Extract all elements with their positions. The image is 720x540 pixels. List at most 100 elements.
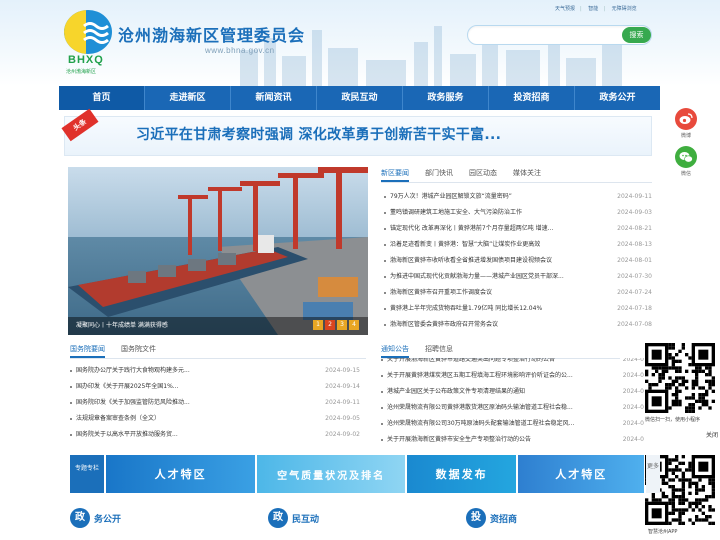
- list-item[interactable]: 港城产业园区关于公布政策文件专项清理结果的通知 2024-0: [381, 384, 644, 400]
- notice-title[interactable]: 关于开展渤海新区黄骅市道路交通突出问题专项整治行动的公告: [387, 358, 555, 368]
- banner-talent-zone[interactable]: 人才特区: [105, 455, 256, 493]
- qr-code-miniprogram: [645, 343, 715, 413]
- section-investment[interactable]: 投 资招商: [466, 507, 641, 529]
- wave-icon: [83, 22, 109, 44]
- weather-link[interactable]: 天气预报: [555, 6, 575, 12]
- news-title[interactable]: 锚定现代化 改革再深化丨黄骅港前7个月存量超两亿吨 增速...: [390, 221, 553, 237]
- banner-talent-zone-2[interactable]: 人才特区: [518, 455, 645, 493]
- news-date: 2024-08-21: [614, 221, 652, 237]
- list-item[interactable]: 关于开展渤海新区黄骅市道路交通突出问题专项整治行动的公告 2024-0: [381, 358, 644, 368]
- section-disclosure[interactable]: 政 务公开: [70, 507, 255, 529]
- list-item[interactable]: 法规规章备案审查条例（全文） 2024-09-05: [70, 411, 360, 427]
- banner-data-release[interactable]: 数据发布: [406, 455, 517, 493]
- news-title[interactable]: 沿着足迹看新变丨黄骅港：智慧“大脑”让煤炭作业更高效: [390, 237, 540, 253]
- list-item[interactable]: 渤海新区黄骅市收听收看全省推进增发国债项目建设视频会议 2024-08-01: [384, 253, 652, 269]
- tab-media-news[interactable]: 媒体关注: [513, 165, 541, 182]
- notice-title[interactable]: 关于开展渤海新区黄骅市安全生产专项整治行动的公告: [387, 432, 531, 444]
- news-title[interactable]: 法规规章备案审查条例（全文）: [76, 411, 160, 427]
- nav-about[interactable]: 走进新区: [145, 86, 231, 110]
- list-item[interactable]: 沧州荣晟物流有限公司30万吨原油码头配套输油管道工程社会稳定风... 2024-0: [381, 416, 644, 432]
- list-item[interactable]: 国务院关于以高水平开放推动服务贸... 2024-09-02: [70, 427, 360, 443]
- list-item[interactable]: 国务院办公厅关于践行大食物观构建多元... 2024-09-15: [70, 363, 360, 379]
- news-date: 2024-09-14: [322, 379, 360, 395]
- list-item[interactable]: 国务院印发《关于加强监管防范风险推动... 2024-09-11: [70, 395, 360, 411]
- news-title[interactable]: 79万人次！港城产业园区解锁文旅“流量密码”: [390, 189, 512, 205]
- tab-notices[interactable]: 通知公告: [381, 341, 409, 358]
- nav-disclosure[interactable]: 政务公开: [575, 86, 660, 110]
- pager-dot-2[interactable]: 2: [325, 320, 335, 330]
- wechat-button[interactable]: 微信: [672, 146, 700, 184]
- news-title[interactable]: 渤海新区黄骅市召开重项工作调度会议: [390, 285, 492, 301]
- news-title[interactable]: 黄骅港上半年完成货物吞吐量1.79亿吨 同比增长12.04%: [390, 301, 542, 317]
- list-item[interactable]: 锚定现代化 改革再深化丨黄骅港前7个月存量超两亿吨 增速... 2024-08-2…: [384, 221, 652, 237]
- pager-dot-1[interactable]: 1: [313, 320, 323, 330]
- news-title[interactable]: 渤海新区管委会黄骅市政府召开常务会议: [390, 317, 498, 333]
- list-item[interactable]: 关于开展黄骅港煤炭港区五期工程填海工程环境影响评价听证会的公... 2024-0: [381, 368, 644, 384]
- main-nav: 首页 走进新区 新闻资讯 政民互动 政务服务 投资招商 政务公开: [59, 86, 660, 110]
- weibo-button[interactable]: 微博: [672, 108, 700, 146]
- topic-label: 专题专栏: [70, 455, 104, 493]
- list-item[interactable]: 79万人次！港城产业园区解锁文旅“流量密码” 2024-09-11: [384, 189, 652, 205]
- news-date: 2024-07-24: [614, 285, 652, 301]
- notice-title[interactable]: 沧州荣晟物流有限公司黄骅港散货港区原油码头输油管道工程社会稳...: [387, 400, 573, 416]
- tab-state-council-news[interactable]: 国务院要闻: [70, 341, 105, 358]
- notice-list: 关于开展渤海新区黄骅市道路交通突出问题专项整治行动的公告 2024-0 关于开展黄…: [381, 358, 644, 444]
- notice-date: 2024-0: [619, 432, 644, 444]
- qr-close-button[interactable]: 关闭: [706, 430, 718, 439]
- nav-news[interactable]: 新闻资讯: [231, 86, 317, 110]
- list-item[interactable]: 沿着足迹看新变丨黄骅港：智慧“大脑”让煤炭作业更高效 2024-08-13: [384, 237, 652, 253]
- list-item[interactable]: 为推进中国式现代化贡献渤海力量——港城产业园区党员干部深... 2024-07-3…: [384, 269, 652, 285]
- news-title[interactable]: 渤海新区黄骅市收听收看全省推进增发国债项目建设视频会议: [390, 253, 552, 269]
- headline-text[interactable]: 习近平在甘肃考察时强调 深化改革勇于创新苦干实干富...: [136, 124, 501, 144]
- social-side-bar: 微博 微信: [672, 108, 700, 184]
- tab-recruitment[interactable]: 招聘信息: [425, 341, 453, 358]
- tab-department-news[interactable]: 部门快讯: [425, 165, 453, 182]
- smart-link[interactable]: 智能: [588, 6, 598, 12]
- list-item[interactable]: 董鸣镇调研建筑工地施工安全、大气污染防治工作 2024-09-03: [384, 205, 652, 221]
- news-list: 79万人次！港城产业园区解锁文旅“流量密码” 2024-09-11 董鸣镇调研建筑…: [384, 189, 652, 333]
- tab-state-council-docs[interactable]: 国务院文件: [121, 341, 156, 358]
- notice-scroll-area: 关于开展渤海新区黄骅市道路交通突出问题专项整治行动的公告 2024-0 关于开展黄…: [381, 358, 644, 444]
- logo-emblem: [64, 10, 112, 54]
- pager-dot-3[interactable]: 3: [337, 320, 347, 330]
- news-title[interactable]: 国办印发《关于开展2025年全国1%...: [76, 379, 179, 395]
- section-title-interaction[interactable]: 民互动: [292, 512, 319, 525]
- list-item[interactable]: 关于开展渤海新区黄骅市安全生产专项整治行动的公告 2024-0: [381, 432, 644, 444]
- notice-title[interactable]: 关于开展黄骅港煤炭港区五期工程填海工程环境影响评价听证会的公...: [387, 368, 573, 384]
- nav-interaction[interactable]: 政民互动: [317, 86, 403, 110]
- search-button[interactable]: 搜索: [622, 27, 651, 43]
- qr-caption-app: 智慧沧州APP: [648, 529, 678, 535]
- notice-date: 2024-0: [619, 400, 644, 416]
- pager-dot-4[interactable]: 4: [349, 320, 359, 330]
- section-interaction[interactable]: 政 民互动: [268, 507, 453, 529]
- news-title[interactable]: 国务院办公厅关于践行大食物观构建多元...: [76, 363, 190, 379]
- banner-air-quality[interactable]: 空气质量状况及排名: [257, 455, 405, 493]
- news-title[interactable]: 为推进中国式现代化贡献渤海力量——港城产业园区党员干部深...: [390, 269, 564, 285]
- banner-more-button[interactable]: 更多: [646, 455, 660, 493]
- tab-park-news[interactable]: 园区动态: [469, 165, 497, 182]
- tab-district-news[interactable]: 新区要闻: [381, 165, 409, 182]
- news-photo[interactable]: [68, 167, 368, 335]
- port-photo-image: [68, 167, 368, 335]
- nav-services[interactable]: 政务服务: [403, 86, 489, 110]
- logo-letters: BHXQ: [68, 54, 104, 66]
- list-item[interactable]: 渤海新区管委会黄骅市政府召开常务会议 2024-07-08: [384, 317, 652, 333]
- section-title-investment[interactable]: 资招商: [490, 512, 517, 525]
- notice-date: 2024-0: [619, 358, 644, 368]
- list-item[interactable]: 渤海新区黄骅市召开重项工作调度会议 2024-07-24: [384, 285, 652, 301]
- section-title-disclosure[interactable]: 务公开: [94, 512, 121, 525]
- accessibility-link[interactable]: 无障碍浏览: [612, 6, 637, 12]
- news-title[interactable]: 国务院印发《关于加强监管防范风险推动...: [76, 395, 190, 411]
- notice-title[interactable]: 港城产业园区关于公布政策文件专项清理结果的通知: [387, 384, 525, 400]
- logo-subtitle: 沧州渤海新区: [66, 69, 97, 75]
- list-item[interactable]: 沧州荣晟物流有限公司黄骅港散货港区原油码头输油管道工程社会稳... 2024-0: [381, 400, 644, 416]
- nav-home[interactable]: 首页: [59, 86, 145, 110]
- notice-title[interactable]: 沧州荣晟物流有限公司30万吨原油码头配套输油管道工程社会稳定风...: [387, 416, 574, 432]
- news-title[interactable]: 董鸣镇调研建筑工地施工安全、大气污染防治工作: [390, 205, 522, 221]
- news-title[interactable]: 国务院关于以高水平开放推动服务贸...: [76, 427, 178, 443]
- news-date: 2024-09-11: [322, 395, 360, 411]
- list-item[interactable]: 黄骅港上半年完成货物吞吐量1.79亿吨 同比增长12.04% 2024-07-18: [384, 301, 652, 317]
- list-item[interactable]: 国办印发《关于开展2025年全国1%... 2024-09-14: [70, 379, 360, 395]
- nav-investment[interactable]: 投资招商: [489, 86, 575, 110]
- site-logo[interactable]: BHXQ 沧州渤海新区: [64, 10, 114, 76]
